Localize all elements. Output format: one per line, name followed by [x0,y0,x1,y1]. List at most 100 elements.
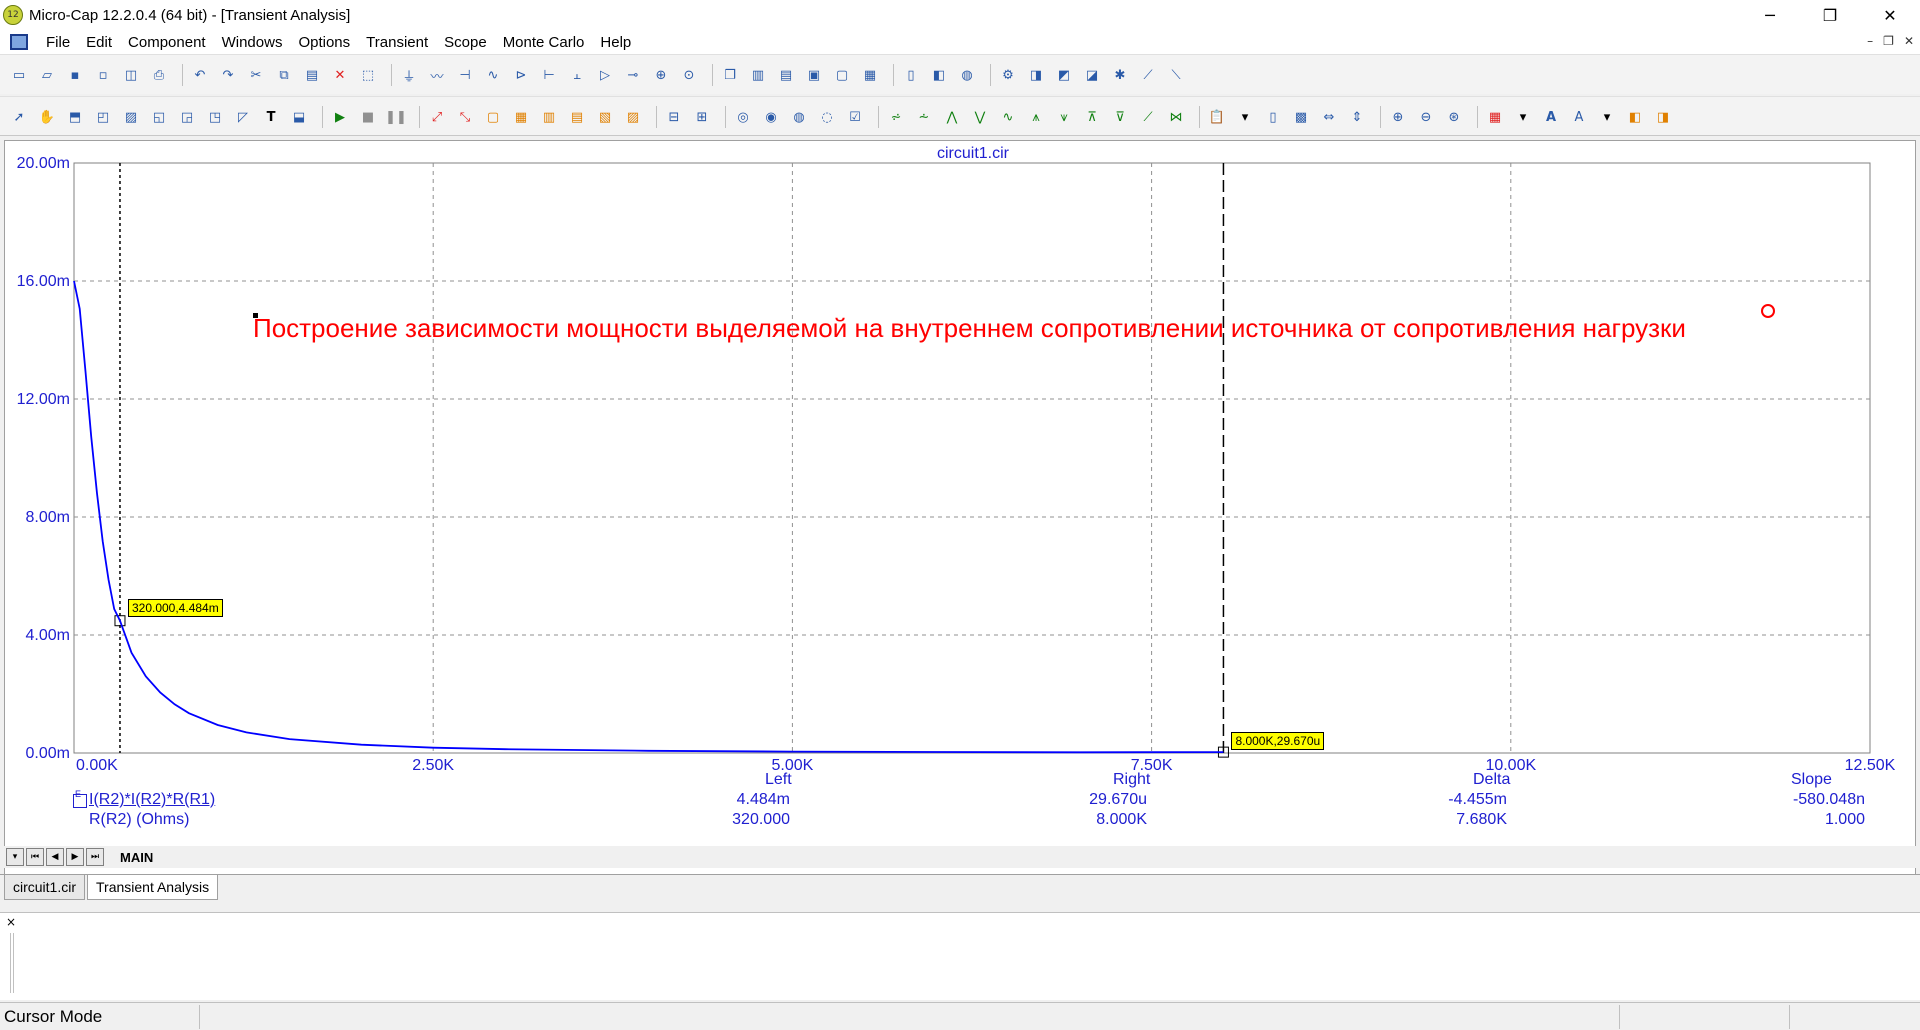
color-palette-icon[interactable]: ▦ [1484,106,1506,128]
tools-icon[interactable]: ✱ [1109,64,1131,86]
cursor-slope-icon[interactable]: ⟋ [1137,106,1159,128]
align-icon[interactable]: ◧ [1624,106,1646,128]
data-points-icon[interactable]: ☑ [844,106,866,128]
ground-icon[interactable]: ⏚ [398,64,420,86]
plot-annotation[interactable]: Построение зависимости мощности выделяем… [253,313,1686,344]
cursor-high-icon[interactable]: ⋀ [941,106,963,128]
cursor-inflection-icon[interactable]: ∿ [997,106,1019,128]
zoom-restore-icon[interactable]: ◍ [788,106,810,128]
undo-icon[interactable]: ↶ [189,64,211,86]
dropdown-icon[interactable]: ▾ [1234,106,1256,128]
cursor-valley-icon[interactable]: ⩪ [913,106,935,128]
menu-windows[interactable]: Windows [214,34,291,51]
package-editor-icon[interactable]: ◪ [1081,64,1103,86]
chart-canvas[interactable]: 0.00K 2.50K 5.00K 7.50K 10.00K 12.50K0.00m4.0… [5,141,1915,841]
zoom-in-icon[interactable]: ⊕ [1387,106,1409,128]
cursor-global-low-icon[interactable]: ⩛ [1053,106,1075,128]
plot-three-icon[interactable]: ▨ [622,106,644,128]
palette-dropdown-icon[interactable]: ▾ [1512,106,1534,128]
draw-mode-icon[interactable]: ◸ [232,106,254,128]
pause-icon[interactable]: ❚❚ [385,106,407,128]
last-page-button[interactable]: ⏭ [86,848,104,866]
run-icon[interactable]: ▶ [329,106,351,128]
delete-icon[interactable]: ✕ [329,64,351,86]
page-icon[interactable]: ▯ [900,64,922,86]
arrange-icon[interactable]: ◨ [1652,106,1674,128]
plot-window[interactable]: 0.00K 2.50K 5.00K 7.50K 10.00K 12.50K 0.00m 4.0… [4,140,1916,875]
menu-transient[interactable]: Transient [358,34,436,51]
maximize-pane-icon[interactable]: ▢ [831,64,853,86]
select-mode-icon[interactable]: ➚ [8,106,30,128]
zoom-window-icon[interactable]: ◱ [148,106,170,128]
font-icon[interactable]: A [1540,106,1562,128]
curve-y-expression[interactable]: I(R2)*I(R2)*R(R1) [89,791,215,809]
page-view-icon[interactable]: ▯ [1262,106,1284,128]
cursor-global-high-icon[interactable]: ⩚ [1025,106,1047,128]
menu-file[interactable]: File [38,34,78,51]
cursor-peak-icon[interactable]: ⩫ [885,106,907,128]
minor-grid-icon[interactable]: ▥ [538,106,560,128]
stop-icon[interactable]: ■ [357,106,379,128]
delete-curve-icon[interactable]: ⤡ [454,106,476,128]
menu-edit[interactable]: Edit [78,34,120,51]
menu-scope[interactable]: Scope [436,34,495,51]
print-preview-icon[interactable]: ◫ [120,64,142,86]
pan-icon[interactable]: ✋ [36,106,58,128]
plot-one-icon[interactable]: ▤ [566,106,588,128]
capacitor-icon[interactable]: ⊣ [454,64,476,86]
expand-vertical-icon[interactable]: ⇕ [1346,106,1368,128]
page-tab-main[interactable]: MAIN [110,850,163,865]
font-style-icon[interactable]: A [1568,106,1590,128]
transistor-icon[interactable]: ⊢ [538,64,560,86]
page-menu-button[interactable]: ▾ [6,848,24,866]
source-icon[interactable]: ⊙ [678,64,700,86]
tile-horizontal-icon[interactable]: ▤ [775,64,797,86]
window-icon[interactable]: ▣ [803,64,825,86]
tile-vertical-icon[interactable]: ▥ [747,64,769,86]
inductor-icon[interactable]: ∿ [482,64,504,86]
save-all-icon[interactable]: ▫ [92,64,114,86]
battery-icon[interactable]: ⫠ [566,64,588,86]
zoom-out-icon[interactable]: ⊖ [1415,106,1437,128]
globe-icon[interactable]: ◍ [956,64,978,86]
tab-circuit[interactable]: circuit1.cir [4,875,86,900]
new-file-icon[interactable]: ▭ [8,64,30,86]
line-mode-icon[interactable]: ◲ [176,106,198,128]
menu-component[interactable]: Component [120,34,214,51]
mdi-minimize-button[interactable]: – [1867,34,1873,48]
numeric-icon[interactable]: ▩ [1290,106,1312,128]
left-cursor-tag[interactable]: 320.000,4.484m [127,598,223,617]
diode-icon[interactable]: ⊳ [510,64,532,86]
cursor-top-icon[interactable]: ⊼ [1081,106,1103,128]
add-curve-icon[interactable]: ⤢ [426,106,448,128]
next-page-button[interactable]: ▶ [66,848,84,866]
font-dropdown-icon[interactable]: ▾ [1596,106,1618,128]
scale-icon[interactable]: ⬒ [64,106,86,128]
curve-x-expression[interactable]: R(R2) (Ohms) [89,811,189,829]
graph-icon[interactable]: ◰ [92,106,114,128]
annotation-marker[interactable] [1761,304,1775,318]
select-all-icon[interactable]: ⬚ [357,64,379,86]
mdi-restore-button[interactable]: ❐ [1883,34,1894,48]
component-editor-icon[interactable]: ⚙ [997,64,1019,86]
zoom-clear-icon[interactable]: ◌ [816,106,838,128]
copy-icon[interactable]: ⧉ [273,64,295,86]
open-file-icon[interactable]: ▱ [36,64,58,86]
menu-monte-carlo[interactable]: Monte Carlo [495,34,593,51]
diagonal-line-icon[interactable]: ◳ [204,106,226,128]
library-icon[interactable]: ◧ [928,64,950,86]
chart-icon[interactable]: ⟋ [1137,64,1159,86]
clipboard-icon[interactable]: 📋 [1206,106,1228,128]
opamp-icon[interactable]: ▷ [594,64,616,86]
maximize-button[interactable]: ❐ [1800,0,1860,30]
plot-two-icon[interactable]: ▧ [594,106,616,128]
zoom-auto-icon[interactable]: ◉ [760,106,782,128]
tab-transient-analysis[interactable]: Transient Analysis [87,875,219,900]
cursor-low-icon[interactable]: ⋁ [969,106,991,128]
save-icon[interactable]: ▪ [64,64,86,86]
resistor-icon[interactable]: 〰 [426,64,448,86]
previous-page-button[interactable]: ◀ [46,848,64,866]
right-cursor-tag[interactable]: 8.000K,29.670u [1231,732,1325,751]
document-icon[interactable] [10,34,28,50]
model-editor-icon[interactable]: ◩ [1053,64,1075,86]
